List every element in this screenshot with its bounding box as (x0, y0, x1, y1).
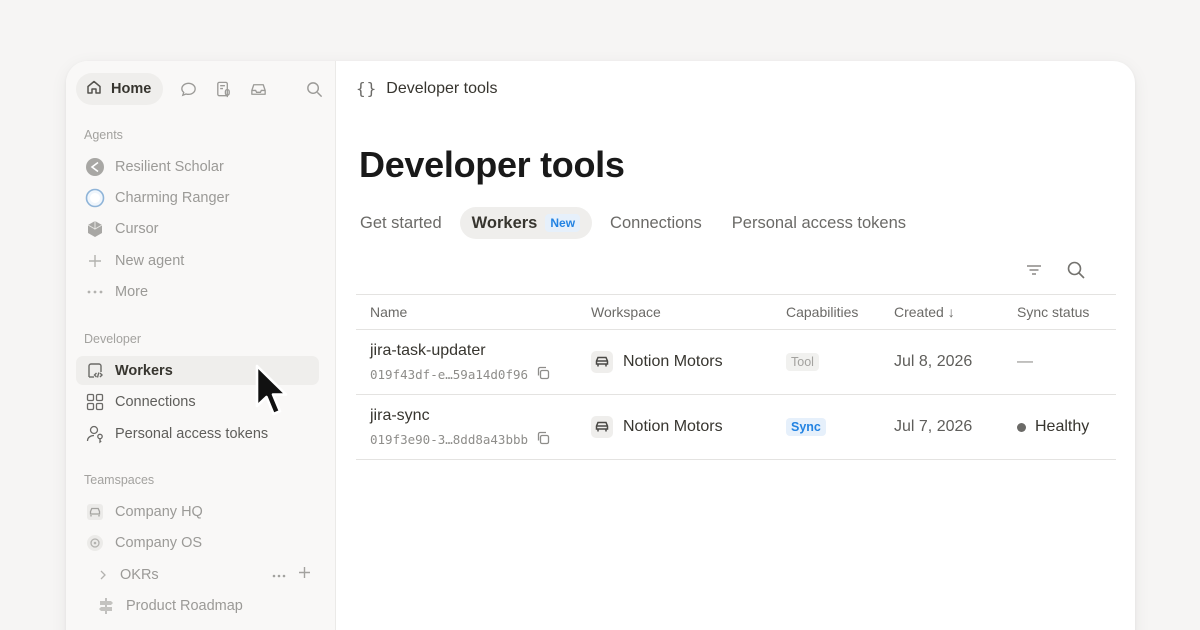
more-options-icon[interactable] (272, 566, 286, 583)
sidebar-item-label: Personal access tokens (115, 425, 269, 442)
workers-table: Name Workspace Capabilities Created ↓ Sy… (356, 294, 1116, 460)
sidebar-item-label: Connections (115, 393, 196, 410)
column-header-sync-status[interactable]: Sync status (1017, 304, 1116, 320)
sidebar-item-label: Company HQ (115, 503, 203, 520)
status-dot-icon (1017, 422, 1026, 432)
car-icon (85, 502, 105, 522)
table-row[interactable]: jira-sync 019f3e90-3…8dd8a43bbb Notion M… (356, 395, 1116, 460)
sidebar-item-label: Product Roadmap (126, 597, 243, 614)
signpost-icon (96, 596, 116, 616)
ellipsis-icon (85, 282, 105, 302)
sidebar-top-bar: Home (76, 73, 325, 105)
sidebar-item-label: Resilient Scholar (115, 158, 224, 175)
chat-icon[interactable] (177, 78, 199, 100)
column-header-workspace[interactable]: Workspace (591, 304, 786, 320)
tab-label: Connections (610, 213, 702, 232)
ranger-avatar-icon (85, 188, 105, 208)
car-icon (591, 351, 613, 373)
home-icon (85, 78, 103, 100)
sidebar-item-company-hq[interactable]: Company HQ (76, 497, 319, 526)
tab-label: Workers (471, 213, 538, 232)
tab-personal-access-tokens[interactable]: Personal access tokens (720, 207, 918, 239)
sidebar-item-cursor[interactable]: Cursor (76, 214, 319, 243)
mouse-pointer-icon (254, 364, 292, 427)
tab-label: Get started (360, 213, 442, 232)
sidebar-item-new-agent[interactable]: New agent (76, 246, 319, 275)
sidebar-item-resilient-scholar[interactable]: Resilient Scholar (76, 152, 319, 181)
worker-name[interactable]: jira-task-updater (370, 342, 591, 360)
code-page-icon (85, 361, 105, 381)
app-window: Home Agents Resilient Scholar Charming R… (66, 61, 1135, 630)
capability-badge: Tool (786, 353, 819, 371)
breadcrumb-label: Developer tools (386, 79, 498, 97)
column-header-capabilities[interactable]: Capabilities (786, 304, 894, 320)
search-icon[interactable] (303, 78, 325, 100)
tab-workers[interactable]: Workers New (459, 207, 593, 239)
car-icon (591, 416, 613, 438)
sidebar-item-okrs[interactable]: OKRs (76, 560, 319, 589)
table-header-row: Name Workspace Capabilities Created ↓ Sy… (356, 294, 1116, 330)
workspace-name: Notion Motors (623, 353, 723, 370)
capability-badge: Sync (786, 418, 826, 436)
workspace-name: Notion Motors (623, 418, 723, 435)
home-label: Home (111, 81, 152, 97)
table-toolbar (1023, 259, 1087, 281)
worker-id: 019f3e90-3…8dd8a43bbb (370, 431, 529, 447)
home-button[interactable]: Home (76, 73, 164, 105)
breadcrumb[interactable]: {} Developer tools (356, 79, 497, 98)
new-badge: New (545, 214, 581, 232)
chevron-right-icon[interactable] (96, 565, 110, 585)
cursor-app-icon (85, 219, 105, 239)
add-page-icon[interactable] (298, 566, 311, 583)
table-row[interactable]: jira-task-updater 019f43df-e…59a14d0f96 … (356, 330, 1116, 395)
sidebar-item-label: Workers (115, 362, 173, 379)
worker-name[interactable]: jira-sync (370, 407, 591, 425)
section-label-developer: Developer (84, 332, 141, 346)
main-content: {} Developer tools Developer tools Get s… (336, 61, 1135, 630)
page-title: Developer tools (359, 144, 625, 185)
column-header-created[interactable]: Created ↓ (894, 304, 1017, 320)
sidebar-item-charming-ranger[interactable]: Charming Ranger (76, 183, 319, 212)
sidebar-item-label: Cursor (115, 220, 159, 237)
sidebar-item-label: More (115, 283, 149, 300)
sidebar-item-label: New agent (115, 252, 185, 269)
tab-label: Personal access tokens (731, 213, 907, 232)
tab-bar: Get started Workers New Connections Pers… (360, 207, 924, 239)
column-header-name[interactable]: Name (356, 304, 591, 320)
section-label-teamspaces: Teamspaces (84, 473, 155, 487)
created-date: Jul 8, 2026 (894, 353, 973, 370)
sidebar-item-product-roadmap[interactable]: Product Roadmap (76, 591, 319, 620)
sidebar-item-label: Company OS (115, 534, 203, 551)
tab-get-started[interactable]: Get started (360, 207, 454, 239)
sidebar-item-label: Charming Ranger (115, 189, 230, 206)
scholar-avatar-icon (85, 157, 105, 177)
plus-icon (85, 251, 105, 271)
section-label-agents: Agents (84, 128, 123, 142)
meeting-notes-icon[interactable] (212, 78, 234, 100)
filter-icon[interactable] (1023, 259, 1045, 281)
sidebar-item-label: OKRs (120, 566, 159, 583)
inbox-icon[interactable] (247, 78, 269, 100)
person-key-icon (85, 424, 105, 444)
copy-icon[interactable] (536, 431, 550, 448)
tab-connections[interactable]: Connections (598, 207, 714, 239)
sync-status-label: Healthy (1035, 418, 1090, 435)
worker-id: 019f43df-e…59a14d0f96 (370, 366, 529, 382)
sidebar-item-company-os[interactable]: Company OS (76, 528, 319, 557)
sync-status: Healthy (1017, 418, 1116, 436)
gear-circle-icon (85, 533, 105, 553)
search-icon[interactable] (1065, 259, 1087, 281)
created-date: Jul 7, 2026 (894, 418, 973, 435)
sidebar: Home Agents Resilient Scholar Charming R… (66, 61, 336, 630)
copy-icon[interactable] (536, 366, 550, 383)
sidebar-item-more[interactable]: More (76, 277, 319, 306)
sync-status-empty: — (1017, 353, 1033, 370)
grid-icon (85, 392, 105, 412)
code-braces-icon: {} (356, 79, 378, 98)
